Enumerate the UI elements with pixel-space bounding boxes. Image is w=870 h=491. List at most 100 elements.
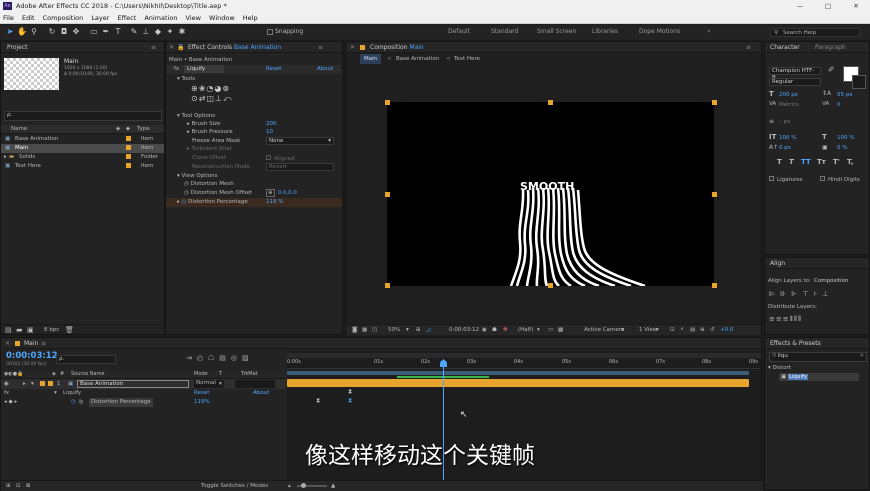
region-icon[interactable]: ◳ [372,325,377,335]
tracking-value[interactable]: 0 [837,102,841,108]
label-color-swatch[interactable] [126,163,131,168]
stopwatch-active-icon[interactable]: ◷ [182,199,187,205]
graph-editor-icon[interactable]: ▨ [242,354,254,362]
font-family-select[interactable]: Champion HTF-B... [769,67,821,81]
timeline-zoom-slider-thumb[interactable] [301,483,306,488]
layer-name[interactable]: Base Animation [77,380,189,388]
label-color-swatch[interactable] [40,381,45,386]
aligned-checkbox[interactable]: Aligned [266,155,295,162]
current-time-indicator[interactable] [443,359,444,491]
tsume-value[interactable]: 0 % [837,145,847,151]
property-value[interactable]: 119% [194,398,210,407]
eraser-tool-icon[interactable]: ◆ [153,27,163,37]
panel-menu-icon[interactable]: ≡ [318,42,323,53]
frame-blending-icon[interactable]: ▤ [219,354,231,362]
font-style-select[interactable]: Regular [769,78,821,86]
close-button[interactable]: ✕ [842,0,870,12]
show-snapshot-icon[interactable]: ☗ [492,325,497,335]
menu-effect[interactable]: Effect [118,14,137,22]
workspace-overflow-icon[interactable]: » [707,28,711,35]
effect-about-link[interactable]: About [317,66,333,72]
pen-tool-icon[interactable]: ✒ [101,27,111,37]
superscript-button[interactable]: T' [833,158,840,166]
fx-toggle-icon[interactable]: fx [174,66,179,72]
menu-layer[interactable]: Layer [91,14,109,22]
tab-effect-controls[interactable]: Effect Controls Base Animation [188,42,281,53]
new-composition-icon[interactable]: ▣ [27,326,34,334]
subscript-button[interactable]: T, [847,158,853,166]
font-size-value[interactable]: 200 px [779,92,798,98]
brush-pressure-value[interactable]: 10 [266,129,273,135]
menu-view[interactable]: View [186,14,201,22]
leading-value[interactable]: 55 px [837,92,853,98]
freeze-area-mask-select[interactable]: None ▾ [266,137,334,145]
transform-handle[interactable] [712,192,717,197]
region-of-interest-icon[interactable]: ▭ [548,325,553,335]
menu-animation[interactable]: Animation [144,14,177,22]
distribute-top-icon[interactable]: ≡ [769,315,776,323]
label-color-swatch[interactable] [126,136,131,141]
selection-tool-icon[interactable]: ➤ [5,27,15,37]
comp-nav-text-here[interactable]: Text Here [454,54,480,64]
label-column-icon[interactable]: ◈ [116,125,120,134]
pixel-aspect-icon[interactable]: ⊡ [670,325,675,335]
brush-size-value[interactable]: 200 [266,121,277,127]
keyframe-selected-icon[interactable]: ⧗ [348,397,352,405]
effect-reset-link[interactable]: Reset [266,66,281,72]
column-name[interactable]: Name [11,125,27,134]
draft-3d-icon[interactable]: ◴ [197,354,208,362]
transform-handle[interactable] [712,100,717,105]
minimize-button[interactable]: — [786,0,814,12]
bloat-tool-icon[interactable]: ⊙ [191,94,199,103]
distortion-percentage-row[interactable]: ▸ ◷ Distortion Percentage 119 % [166,198,342,207]
distribute-vcenter-icon[interactable]: ≡ [776,315,783,323]
safe-margins-icon[interactable]: ▦ [362,325,367,335]
project-item-row[interactable]: ▣ Text Here Item [1,162,164,171]
new-folder-icon[interactable]: ▬ [16,326,23,334]
workspace-dope-motions[interactable]: Dope Motions [639,28,680,35]
align-bottom-icon[interactable]: ⊥ [822,290,833,298]
panel-menu-icon[interactable]: ≡ [746,42,751,53]
clone-tool-icon[interactable]: ⊥ [215,94,223,103]
column-source-name[interactable]: Source Name [71,370,105,379]
playhead-handle[interactable] [440,360,447,367]
small-caps-button[interactable]: Tт [817,158,826,166]
snapshot-icon[interactable]: ◉ [482,325,487,335]
pan-behind-tool-icon[interactable]: ✥ [71,27,81,37]
transform-handle[interactable] [548,283,553,288]
tab-character[interactable]: Character [770,42,800,53]
column-type[interactable]: Type [137,125,150,134]
menu-composition[interactable]: Composition [43,14,84,22]
tag-column-icon[interactable]: ⬥ [126,125,130,134]
workspace-small-screen[interactable]: Small Screen [537,28,576,35]
tab-effects-presets[interactable]: Effects & Presets [770,338,821,349]
tab-composition[interactable]: Composition Main [370,42,424,53]
expand-arrow-icon[interactable]: ▾ [31,379,34,389]
mask-visibility-icon[interactable]: ◿ [426,325,430,335]
transform-handle[interactable] [712,283,717,288]
close-tab-icon[interactable]: ✕ [169,42,174,53]
shy-icon[interactable]: ☖ [208,354,219,362]
menu-window[interactable]: Window [209,14,235,22]
color-depth-button[interactable]: 8 bpc [44,327,59,333]
motion-blur-icon[interactable]: ◎ [231,354,242,362]
composition-canvas[interactable]: SMOOTH [387,102,714,286]
timeline-icon[interactable]: ▤ [690,325,695,335]
timeline-effect-reset[interactable]: Reset [194,389,209,398]
vertical-scale-value[interactable]: 100 % [779,135,796,141]
effect-row[interactable]: fx ▾ Liquify Reset About [1,389,286,398]
distribute-right-icon[interactable]: ⦀ [798,315,802,323]
eyedropper-icon[interactable]: ✐ [828,65,835,74]
align-left-icon[interactable]: ⊫ [769,290,780,298]
label-color-swatch[interactable] [126,154,131,159]
align-hcenter-icon[interactable]: ⊪ [780,290,791,298]
baseline-shift-value[interactable]: 0 px [779,145,791,151]
expression-icon[interactable]: ⊵ [79,398,84,407]
keyframe-navigator-icon[interactable]: ◂ ◆ ▸ [4,398,17,407]
kerning-value[interactable]: Metrics [779,102,799,108]
faux-bold-button[interactable]: T [777,158,782,166]
roto-brush-tool-icon[interactable]: ✦ [165,27,175,37]
project-item-row[interactable]: ▸ ▬ Solids Folder [1,153,164,162]
panel-menu-icon[interactable]: ≡ [151,42,156,53]
horizontal-scale-value[interactable]: 100 % [837,135,854,141]
